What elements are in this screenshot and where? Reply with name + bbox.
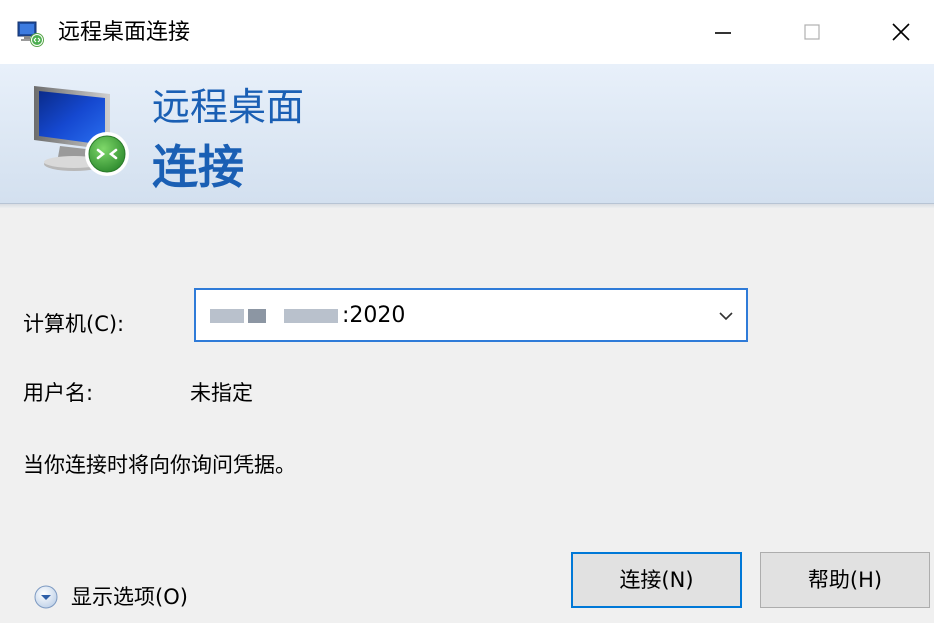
close-icon bbox=[892, 23, 910, 41]
minimize-icon bbox=[715, 32, 731, 34]
computer-combobox[interactable]: :2020 bbox=[194, 288, 748, 342]
maximize-button[interactable] bbox=[777, 0, 847, 64]
redacted-text bbox=[284, 309, 338, 323]
minimize-button[interactable] bbox=[688, 0, 758, 64]
remote-desktop-app-icon bbox=[17, 21, 44, 47]
chevron-down-icon[interactable] bbox=[716, 306, 736, 326]
redacted-text bbox=[270, 309, 280, 323]
banner-title-line1: 远程桌面 bbox=[152, 85, 305, 129]
username-value: 未指定 bbox=[190, 381, 253, 405]
username-label: 用户名: bbox=[23, 381, 94, 405]
header-banner bbox=[0, 64, 934, 204]
computer-value-port: :2020 bbox=[342, 303, 406, 328]
help-button[interactable]: 帮助(H) bbox=[760, 552, 930, 608]
connect-button[interactable]: 连接(N) bbox=[571, 552, 742, 608]
show-options-toggle[interactable]: 显示选项(O) bbox=[34, 582, 188, 612]
redacted-text bbox=[210, 309, 244, 323]
banner-title-line2: 连接 bbox=[152, 140, 244, 194]
maximize-icon bbox=[804, 24, 820, 40]
expand-circle-icon bbox=[34, 585, 58, 609]
computer-value[interactable]: :2020 bbox=[210, 302, 405, 330]
computer-label: 计算机(C): bbox=[23, 312, 125, 336]
redacted-text bbox=[248, 309, 266, 323]
show-options-label[interactable]: 显示选项(O) bbox=[71, 583, 188, 611]
close-button[interactable] bbox=[866, 0, 934, 64]
title-bar: 远程桌面连接 bbox=[0, 0, 934, 64]
credentials-note: 当你连接时将向你询问凭据。 bbox=[23, 453, 296, 477]
remote-desktop-monitor-icon bbox=[34, 86, 129, 176]
window-title: 远程桌面连接 bbox=[58, 20, 191, 45]
